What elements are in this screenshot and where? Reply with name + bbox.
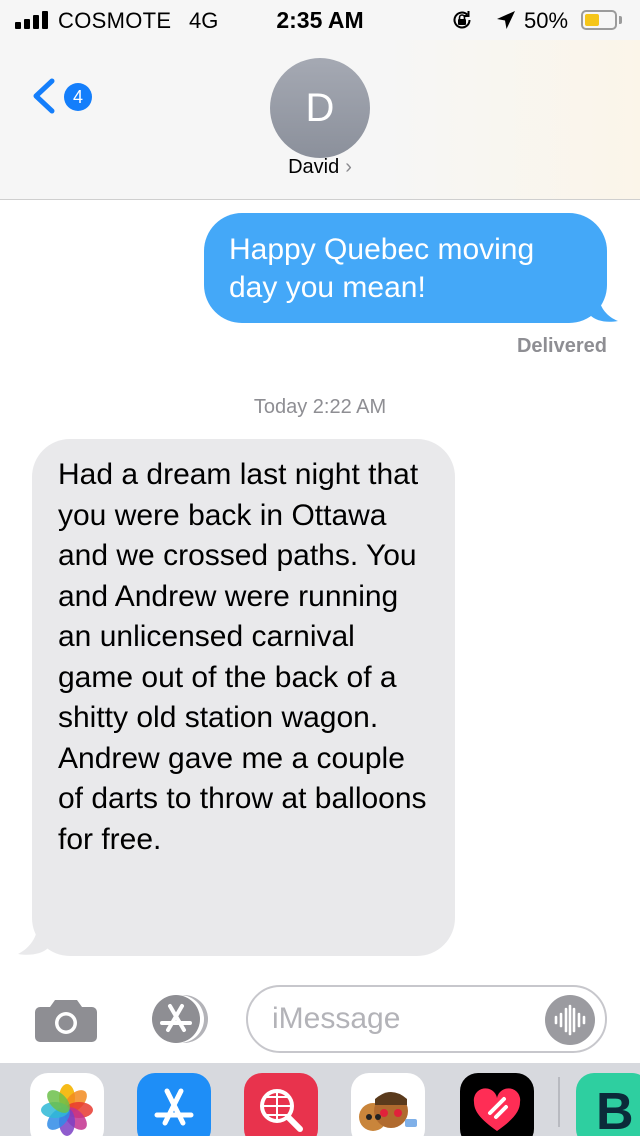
outgoing-bubble-tail (590, 295, 618, 322)
battery-level-fill (585, 14, 599, 26)
outgoing-message-text: Happy Quebec moving day you mean! (229, 233, 535, 304)
status-bar: COSMOTE 4G 2:35 AM 50% (0, 0, 640, 40)
audio-record-button[interactable] (545, 995, 595, 1045)
app-store-app-icon[interactable] (137, 1073, 211, 1136)
battery-icon (581, 10, 617, 30)
message-input-field[interactable] (246, 985, 607, 1053)
rotation-lock-icon (453, 11, 471, 29)
incoming-message-text: Had a dream last night that you were bac… (58, 458, 427, 856)
contact-name: David (288, 156, 340, 178)
outgoing-message-bubble[interactable]: Happy Quebec moving day you mean! (204, 213, 607, 323)
battery-tip (619, 16, 622, 24)
camera-icon[interactable] (35, 996, 97, 1042)
conversation-header: 4 D David › (0, 40, 640, 200)
contact-name-button[interactable]: David › (0, 156, 640, 179)
app-drawer-divider (558, 1077, 560, 1127)
web-search-app-icon[interactable] (244, 1073, 318, 1136)
photos-app-icon[interactable] (30, 1073, 104, 1136)
incoming-bubble-tail (18, 926, 48, 955)
location-arrow-icon (497, 11, 515, 29)
app-drawer: B (0, 1063, 640, 1136)
heart-app-icon[interactable] (460, 1073, 534, 1136)
delivery-status: Delivered (516, 335, 607, 357)
timestamp-day: Today (253, 396, 308, 418)
battery-percent: 50% (524, 8, 569, 33)
back-button[interactable]: 4 (30, 74, 110, 120)
timestamp-time: 2:22 AM (312, 396, 387, 418)
contact-avatar[interactable]: D (270, 58, 370, 158)
incoming-message-bubble[interactable]: Had a dream last night that you were bac… (32, 439, 455, 956)
chevron-right-icon: › (345, 156, 352, 178)
b-app-letter: B (596, 1083, 634, 1136)
b-app-icon[interactable]: B (576, 1073, 640, 1136)
message-timestamp: Today 2:22 AM (0, 396, 640, 419)
app-store-icon[interactable] (140, 994, 212, 1044)
audio-waveform-icon (554, 1004, 586, 1036)
unread-count-badge: 4 (64, 83, 92, 111)
message-text-input[interactable] (272, 999, 542, 1039)
chevron-left-icon (33, 78, 55, 114)
memoji-app-icon[interactable] (351, 1073, 425, 1136)
